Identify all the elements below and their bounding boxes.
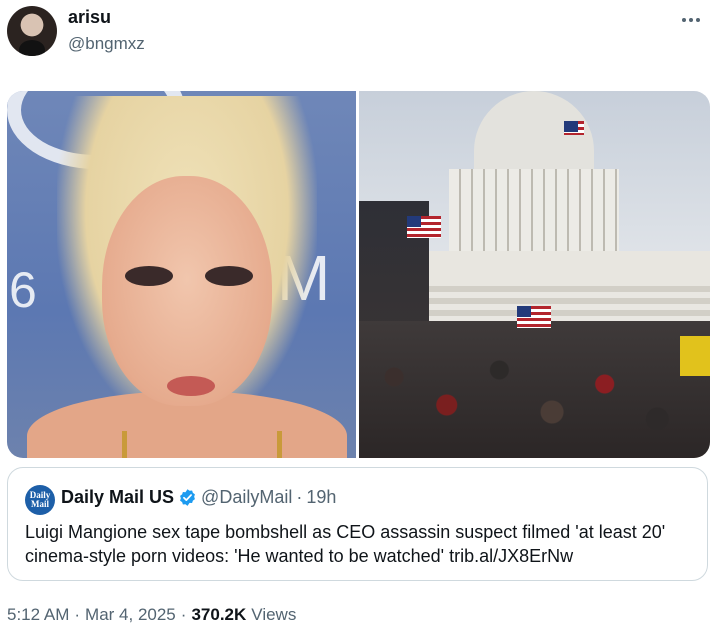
quoted-tweet-display-name[interactable]: Daily Mail US [61,487,174,508]
author-display-name[interactable]: arisu [68,7,111,28]
us-flag [517,306,551,328]
portrait-necklace [122,431,282,458]
quoted-tweet[interactable]: Daily Mail Daily Mail US @DailyMail · 19… [7,467,708,581]
quoted-tweet-header: Daily Mail US @DailyMail · 19h [61,487,336,508]
author-avatar[interactable] [7,6,57,56]
more-dots-icon [682,18,686,22]
portrait-lips [167,376,215,396]
crowd [359,321,710,458]
backdrop-sign-number: 6 [9,262,37,318]
author-handle[interactable]: @bngmxz [68,34,145,54]
separator-dot: · [296,487,303,507]
views-label: Views [251,605,297,624]
yellow-flag [680,336,710,376]
portrait-eye-left [125,266,173,286]
portrait-eye-right [205,266,253,286]
us-flag [564,121,584,135]
more-dot [696,18,700,22]
portrait-face [102,176,272,406]
views-count: 370.2K [191,605,247,624]
quoted-tweet-time[interactable]: 19h [306,487,336,508]
media-photo-capitol[interactable] [359,91,710,458]
us-flag [407,216,441,238]
tweet-header: arisu @bngmxz [0,0,716,80]
media-photo-portrait[interactable]: 6 M [7,91,356,458]
more-dot [689,18,693,22]
quoted-tweet-text: Luigi Mangione sex tape bombshell as CEO… [25,522,666,566]
quoted-tweet-avatar[interactable]: Daily Mail [25,485,55,515]
tweet-meta: 5:12 AM · Mar 4, 2025 · 370.2K Views [7,605,296,625]
separator-dot: · [180,605,187,624]
tweet-time[interactable]: 5:12 AM [7,605,69,625]
separator-dot: · [74,605,81,624]
quoted-tweet-handle[interactable]: @DailyMail [201,487,292,508]
tweet-media: 6 M [7,91,710,458]
tweet-date[interactable]: Mar 4, 2025 [85,605,176,625]
more-options-button[interactable] [676,10,706,30]
capitol-drum [449,169,619,251]
verified-badge-icon [180,489,195,506]
